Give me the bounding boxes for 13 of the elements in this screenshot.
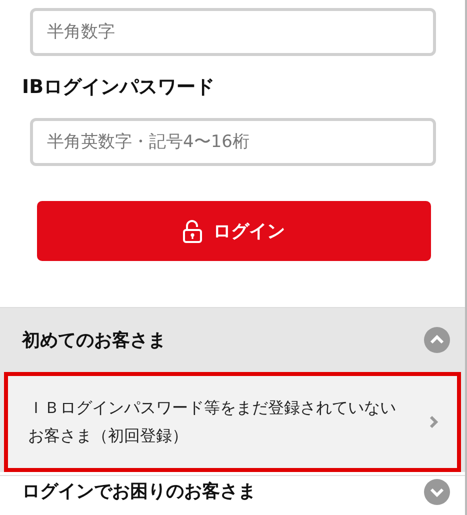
login-button[interactable]: ログイン	[37, 201, 431, 261]
accordion-header[interactable]: ログインでお困りのお客さま	[0, 476, 465, 509]
unlock-icon	[183, 219, 203, 243]
chevron-icon	[429, 415, 439, 429]
section-title: 初めてのお客さま	[22, 329, 166, 352]
collapse-icon[interactable]	[424, 327, 450, 353]
accordion-header[interactable]: 初めてのお客さま	[0, 308, 465, 372]
input-field[interactable]: 半角数字	[30, 8, 436, 56]
field-label: IBログインパスワード	[22, 75, 216, 100]
expand-icon[interactable]	[424, 479, 450, 505]
list-item[interactable]: ＩＢログインパスワード等をまだ登録されていないお客さま（初回登録）	[4, 372, 461, 472]
section-title: ログインでお困りのお客さま	[22, 480, 256, 503]
input-field[interactable]: 半角英数字・記号4〜16桁	[30, 118, 436, 166]
